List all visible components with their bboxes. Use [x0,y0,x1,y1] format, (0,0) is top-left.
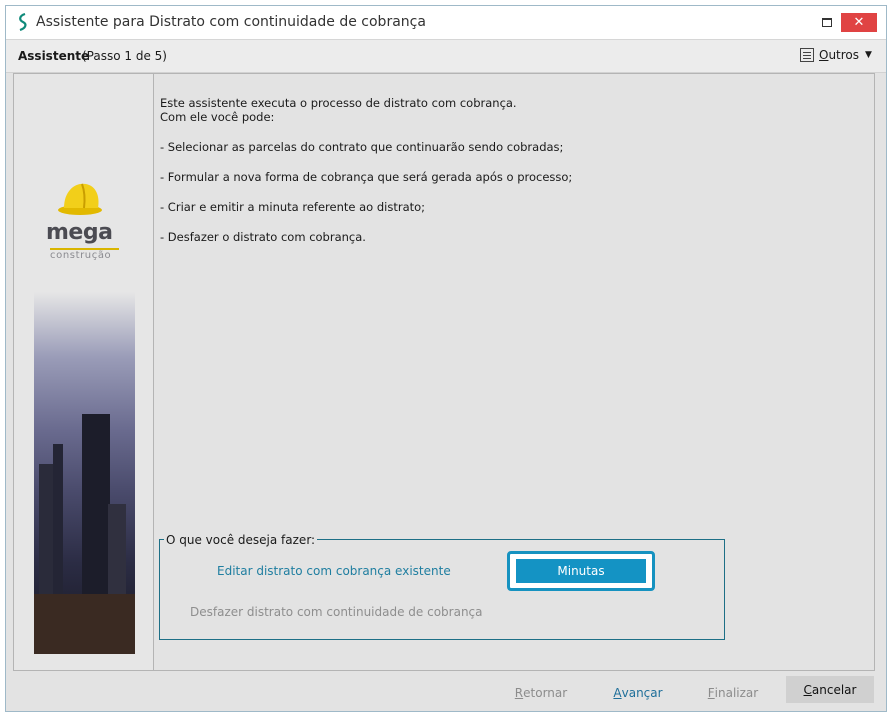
close-icon: ✕ [853,15,865,30]
action-choice-legend: O que você deseja fazer: [164,533,318,547]
restore-icon [822,18,832,27]
intro-bullet: - Criar e emitir a minuta referente ao d… [160,200,426,214]
next-button[interactable]: Avançar [603,682,673,704]
finish-label: inalizar [714,686,759,700]
back-label: etornar [523,686,568,700]
restore-button[interactable] [811,13,843,32]
next-mnemonic: A [613,686,622,700]
back-button[interactable]: Retornar [506,682,576,704]
wizard-footer: Retornar Avançar Finalizar Cancelar [6,672,886,712]
intro-line: Este assistente executa o processo de di… [160,96,517,110]
action-choice-group: O que você deseja fazer: Editar distrato… [159,533,725,640]
window-title: Assistente para Distrato com continuidad… [36,14,426,30]
intro-text: Este assistente executa o processo de di… [160,96,860,244]
outros-label: utros [828,48,860,62]
list-icon [800,48,814,62]
wizard-window: Assistente para Distrato com continuidad… [5,5,887,712]
edit-distrato-link[interactable]: Editar distrato com cobrança existente [217,564,451,578]
intro-bullet: - Selecionar as parcelas do contrato que… [160,140,564,154]
outros-menu-button[interactable]: Outros ▼ [800,44,872,66]
intro-bullet: - Desfazer o distrato com cobrança. [160,230,366,244]
helmet-icon [58,183,102,215]
cancel-label: ancelar [811,682,857,697]
close-button[interactable]: ✕ [841,13,877,32]
wizard-header: Assistente (Passo 1 de 5) Outros ▼ [6,40,886,73]
brand-logo-subtext: construção [50,250,112,261]
undo-distrato-link[interactable]: Desfazer distrato com continuidade de co… [190,605,483,619]
step-indicator: (Passo 1 de 5) [82,49,167,63]
outros-mnemonic: O [819,48,829,62]
wizard-label: Assistente [18,49,90,63]
minutas-button-focus: Minutas [507,551,655,591]
minutas-button[interactable]: Minutas [516,559,646,583]
intro-line: Com ele você pode: [160,110,275,124]
next-label: vançar [621,686,663,700]
main-panel: mega construção Este assistente executa … [13,73,875,671]
branding-sidebar: mega construção [14,74,154,670]
app-logo-icon [19,13,27,31]
cancel-mnemonic: C [803,682,812,697]
finish-button[interactable]: Finalizar [698,682,768,704]
intro-bullet: - Formular a nova forma de cobrança que … [160,170,573,184]
cancel-button[interactable]: Cancelar [786,676,874,703]
city-skyline-image [34,292,135,654]
title-bar: Assistente para Distrato com continuidad… [6,6,886,40]
brand-logo-text: mega [46,220,113,245]
back-mnemonic: R [514,686,524,700]
finish-mnemonic: F [707,686,715,700]
chevron-down-icon: ▼ [865,50,872,60]
